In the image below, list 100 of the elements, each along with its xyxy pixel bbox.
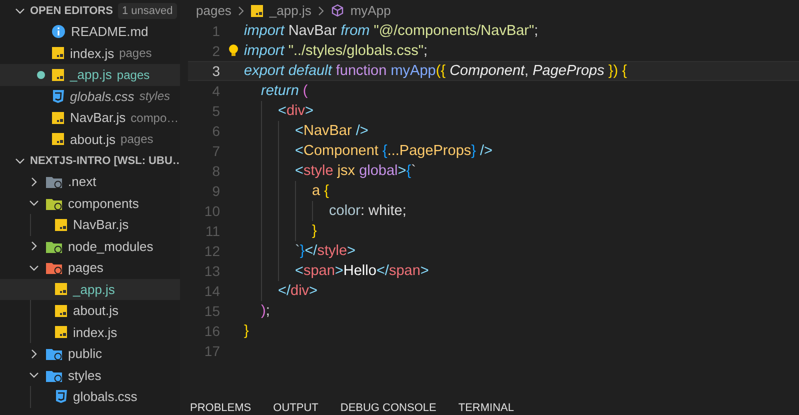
code-line: );	[261, 303, 270, 319]
line-number: 7	[211, 143, 220, 159]
unsaved-dot	[37, 70, 45, 79]
code-line: color: white;	[329, 203, 406, 219]
chevron-icon[interactable]	[29, 176, 39, 187]
file-name: README.md	[71, 24, 148, 40]
editor-tab-item[interactable]: NavBar.js compo…	[0, 107, 180, 128]
file-item[interactable]: _app.js	[0, 278, 180, 300]
unsaved-badge: 1 unsaved	[118, 2, 177, 18]
file-item[interactable]: globals.css	[0, 386, 180, 408]
line-number: 4	[211, 83, 220, 99]
cube-icon	[331, 4, 344, 17]
line-number: 9	[211, 183, 220, 199]
code-line: return (	[261, 83, 308, 99]
folder-hint: compo…	[130, 110, 179, 125]
panel-tab[interactable]: DEBUG CONSOLE	[340, 402, 436, 414]
folder-icon	[46, 347, 62, 360]
breadcrumb-item[interactable]: myApp	[331, 3, 391, 18]
file-name: globals.css	[73, 389, 138, 404]
code-line: }	[244, 323, 249, 339]
code-line: <NavBar />	[295, 123, 368, 139]
folder-name: .next	[68, 174, 96, 190]
editor-tab-item[interactable]: index.js pages	[0, 42, 180, 64]
folder-name: pages	[68, 260, 104, 276]
code-line: import NavBar from "@/components/NavBar";	[244, 23, 538, 39]
code-line: }	[312, 223, 317, 239]
folder-item[interactable]: public	[0, 343, 180, 364]
line-number: 1	[211, 23, 220, 39]
code-line: <span>Hello</span>	[295, 263, 429, 279]
line-number: 2	[211, 43, 220, 59]
folder-name: node_modules	[68, 238, 154, 254]
css-file-icon	[52, 90, 64, 103]
breadcrumb-item[interactable]: _app.js	[251, 3, 312, 18]
chevron-icon	[317, 6, 326, 16]
editor-tab-item[interactable]: README.md	[0, 21, 180, 42]
line-number: 12	[203, 243, 220, 259]
js-file-icon	[52, 68, 64, 81]
js-file-icon	[55, 218, 67, 231]
chevron-icon[interactable]	[29, 370, 39, 380]
code-line: <div>	[278, 103, 314, 119]
panel-tab[interactable]: PROBLEMS	[190, 402, 252, 414]
editor-tab-item[interactable]: about.js pages	[0, 128, 180, 150]
panel-tab[interactable]: OUTPUT	[273, 402, 318, 414]
lightbulb-icon[interactable]	[228, 44, 239, 58]
chevron-icon[interactable]	[29, 241, 39, 252]
file-name: _app.js	[70, 67, 112, 82]
folder-hint: pages	[116, 68, 150, 82]
code-line: <style jsx global>{`	[295, 163, 416, 179]
js-file-icon	[55, 326, 67, 338]
folder-name: public	[68, 346, 102, 362]
folder-icon	[46, 261, 62, 274]
folder-icon	[46, 368, 62, 382]
line-number: 14	[203, 283, 220, 299]
file-item[interactable]: index.js	[0, 322, 180, 343]
file-name: NavBar.js	[73, 217, 129, 232]
file-name: globals.css	[70, 88, 134, 104]
chevron-icon[interactable]	[15, 156, 25, 166]
folder-name: components	[68, 196, 139, 211]
folder-item[interactable]: styles	[0, 364, 180, 386]
file-name: about.js	[70, 132, 116, 147]
editor-tab-item[interactable]: globals.css styles	[0, 86, 180, 107]
line-number: 13	[203, 263, 220, 279]
line-number: 3	[211, 63, 220, 79]
folder-item[interactable]: .next	[0, 171, 180, 192]
chevron-icon	[237, 6, 246, 16]
code-line: export default function myApp({ Component, PageProps }) {	[244, 63, 627, 79]
chevron-icon[interactable]	[15, 6, 25, 16]
chevron-icon[interactable]	[29, 198, 39, 208]
folder-item[interactable]: pages	[0, 257, 180, 278]
file-name: NavBar.js	[70, 110, 126, 126]
line-number: 10	[203, 203, 220, 219]
chevron-icon[interactable]	[29, 348, 39, 359]
section-title: NEXTJS-INTRO [WSL: UBU…	[30, 154, 180, 166]
folder-hint: pages	[120, 132, 154, 146]
section-header[interactable]: NEXTJS-INTRO [WSL: UBU…	[0, 150, 180, 171]
line-number: 17	[203, 343, 220, 359]
folder-hint: styles	[139, 89, 170, 104]
info-icon	[52, 25, 65, 38]
breadcrumb-item[interactable]: pages	[196, 3, 232, 18]
line-number: 11	[204, 223, 220, 239]
line-number: 8	[211, 163, 220, 179]
file-name: index.js	[73, 324, 118, 340]
panel-tab[interactable]: TERMINAL	[458, 402, 514, 414]
file-name: index.js	[70, 46, 114, 61]
file-item[interactable]: NavBar.js	[0, 214, 180, 236]
js-file-icon	[52, 47, 64, 60]
css-file-icon	[55, 390, 67, 404]
editor-tab-item[interactable]: _app.js pages	[0, 64, 180, 86]
code-line: <Component {...PageProps} />	[295, 143, 493, 159]
line-number: 16	[203, 323, 220, 339]
js-file-icon	[55, 304, 67, 317]
code-line: import "../styles/globals.css";	[244, 43, 428, 59]
line-number: 5	[211, 103, 220, 119]
section-title: OPEN EDITORS	[30, 4, 113, 16]
folder-item[interactable]: components	[0, 192, 180, 214]
section-header[interactable]: OPEN EDITORS 1 unsaved	[0, 0, 180, 21]
chevron-icon[interactable]	[29, 262, 39, 273]
folder-item[interactable]: node_modules	[0, 236, 180, 257]
folder-icon	[46, 196, 62, 210]
file-item[interactable]: about.js	[0, 300, 180, 322]
